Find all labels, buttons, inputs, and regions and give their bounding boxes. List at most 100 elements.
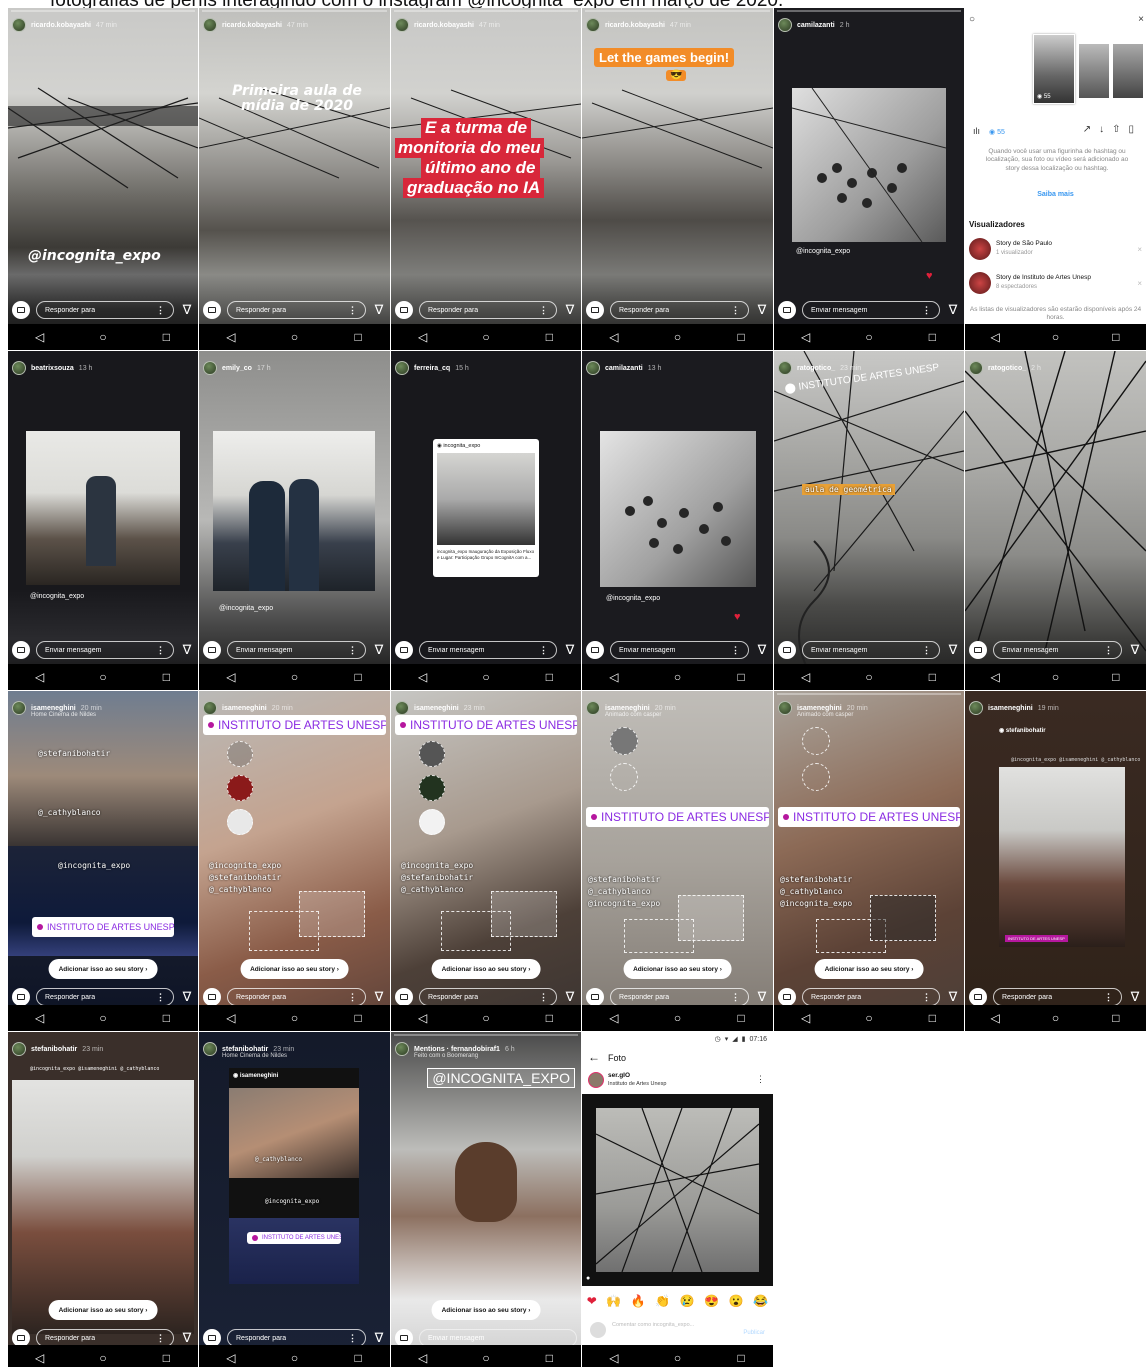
home-icon[interactable]: ○ [93, 1351, 113, 1365]
mention-tag[interactable]: @stefanibohatir [780, 875, 852, 884]
recent-apps-icon[interactable]: □ [156, 330, 176, 344]
home-icon[interactable]: ○ [667, 330, 687, 344]
viewer-row[interactable]: Story de Instituto de Artes Unesp 8 espec… [969, 270, 1142, 296]
home-icon[interactable]: ○ [859, 330, 879, 344]
recent-apps-icon[interactable]: □ [539, 670, 559, 684]
close-icon[interactable]: × [1138, 14, 1144, 25]
camera-icon[interactable] [778, 988, 796, 1006]
download-icon[interactable]: ↓ [1099, 124, 1112, 135]
avatar[interactable] [588, 1072, 604, 1088]
add-to-story-button[interactable]: Adicionar isso ao seu story › [623, 959, 732, 979]
story-thumbnail[interactable] [1079, 44, 1109, 98]
home-icon[interactable]: ○ [284, 1351, 304, 1365]
camera-icon[interactable] [586, 301, 604, 319]
camera-icon[interactable] [395, 641, 413, 659]
back-icon[interactable]: ◁ [221, 670, 241, 684]
camera-icon[interactable] [395, 988, 413, 1006]
surprised-face-icon[interactable]: 😮 [729, 1294, 744, 1308]
send-icon[interactable]: ∇ [372, 643, 386, 657]
send-icon[interactable]: ∇ [180, 990, 194, 1004]
back-icon[interactable]: ◁ [604, 330, 624, 344]
send-icon[interactable]: ∇ [946, 303, 960, 317]
recent-apps-icon[interactable]: □ [1106, 670, 1126, 684]
location-sticker[interactable]: INSTITUTO DE ARTES UNESP [586, 807, 769, 827]
message-input[interactable]: Enviar mensagem ⋮ [802, 641, 940, 659]
back-icon[interactable]: ◁ [413, 1011, 433, 1025]
location-sticker[interactable]: INSTITUTO DE ARTES UNESP [395, 715, 577, 735]
comment-input[interactable]: Comentar como incognita_expo... [612, 1322, 712, 1329]
promote-icon[interactable]: ↗ [1083, 124, 1099, 135]
recent-apps-icon[interactable]: □ [731, 1011, 751, 1025]
mention-tag[interactable]: @_cathyblanco [255, 1156, 302, 1163]
back-icon[interactable]: ◁ [985, 1011, 1005, 1025]
send-icon[interactable]: ∇ [180, 303, 194, 317]
recent-apps-icon[interactable]: □ [348, 670, 368, 684]
message-input[interactable]: Enviar mensagem ⋮ [802, 301, 940, 319]
send-icon[interactable]: ∇ [563, 643, 577, 657]
mention-tag[interactable]: @_cathyblanco [209, 885, 272, 894]
reply-input[interactable]: Responder para ⋮ [610, 988, 749, 1006]
close-icon[interactable]: × [1137, 245, 1142, 254]
back-icon[interactable]: ◁ [604, 1351, 624, 1365]
share-icon[interactable]: ⇧ [1112, 124, 1128, 135]
add-to-story-button[interactable]: Adicionar isso ao seu story › [431, 959, 541, 979]
camera-icon[interactable] [203, 301, 221, 319]
sad-face-icon[interactable]: 😢 [680, 1294, 695, 1308]
send-icon[interactable]: ∇ [946, 643, 960, 657]
clap-icon[interactable]: 👏 [655, 1294, 670, 1308]
camera-icon[interactable] [203, 641, 221, 659]
message-input[interactable]: Enviar mensagem ⋮ [610, 641, 749, 659]
back-icon[interactable]: ◁ [221, 1011, 241, 1025]
send-icon[interactable]: ∇ [946, 990, 960, 1004]
reshared-story[interactable]: ◉ isameneghini @_cathyblanco @incognita_… [229, 1068, 359, 1284]
location-sticker[interactable]: INSTITUTO DE ARTES UNESP [778, 807, 960, 827]
home-icon[interactable]: ○ [476, 1351, 496, 1365]
send-icon[interactable]: ∇ [372, 1331, 386, 1345]
mention-tag[interactable]: @_cathyblanco [401, 885, 464, 894]
story-thumbnail[interactable]: ◉ 55 [1033, 34, 1075, 104]
mention-sticker[interactable]: @INCOGNITA_EXPO [427, 1068, 575, 1088]
send-icon[interactable]: ∇ [755, 643, 769, 657]
recent-apps-icon[interactable]: □ [348, 1011, 368, 1025]
mention-tag[interactable]: @stefanibohatir [38, 749, 110, 758]
back-icon[interactable]: ◁ [413, 330, 433, 344]
recent-apps-icon[interactable]: □ [731, 1351, 751, 1365]
mention-tag[interactable]: @incognita_expo [58, 861, 130, 870]
camera-icon[interactable] [586, 988, 604, 1006]
learn-more-link[interactable]: Saiba mais [965, 191, 1146, 198]
back-icon[interactable]: ◁ [221, 1351, 241, 1365]
add-to-story-button[interactable]: Adicionar isso ao seu story › [814, 959, 924, 979]
camera-icon[interactable] [12, 301, 30, 319]
recent-apps-icon[interactable]: □ [539, 1351, 559, 1365]
mention-tag[interactable]: @_cathyblanco [38, 808, 101, 817]
message-input[interactable]: Enviar mensagem ⋮ [419, 641, 557, 659]
camera-icon[interactable] [12, 988, 30, 1006]
recent-apps-icon[interactable]: □ [348, 330, 368, 344]
mention-tag[interactable]: @stefanibohatir [401, 873, 473, 882]
home-icon[interactable]: ○ [1045, 1011, 1065, 1025]
reply-input[interactable]: Responder para ⋮ [993, 988, 1122, 1006]
back-icon[interactable]: ◁ [985, 330, 1005, 344]
recent-apps-icon[interactable]: □ [156, 670, 176, 684]
message-input[interactable]: Enviar mensagem ⋮ [227, 641, 366, 659]
send-icon[interactable]: ∇ [1128, 990, 1142, 1004]
send-icon[interactable]: ∇ [372, 990, 386, 1004]
recent-apps-icon[interactable]: □ [539, 330, 559, 344]
mention-tag[interactable]: @stefanibohatir [209, 873, 281, 882]
recent-apps-icon[interactable]: □ [922, 1011, 942, 1025]
home-icon[interactable]: ○ [476, 1011, 496, 1025]
reply-input[interactable]: Responder para ⋮ [610, 301, 749, 319]
recent-apps-icon[interactable]: □ [348, 1351, 368, 1365]
location-sticker[interactable]: INSTITUTO DE ARTES UNESP [247, 1232, 341, 1244]
home-icon[interactable]: ○ [859, 1011, 879, 1025]
recent-apps-icon[interactable]: □ [922, 330, 942, 344]
reply-input[interactable]: Responder para ⋮ [419, 301, 557, 319]
back-arrow-icon[interactable]: ← [588, 1050, 600, 1064]
reply-input[interactable]: Responder para ⋮ [227, 301, 366, 319]
post-location[interactable]: Instituto de Artes Unesp [608, 1081, 666, 1087]
more-options-icon[interactable]: ⋮ [756, 1074, 765, 1085]
location-sticker[interactable]: INSTITUTO DE ARTES UNESP [203, 715, 386, 735]
recent-apps-icon[interactable]: □ [1106, 330, 1126, 344]
camera-icon[interactable] [778, 301, 796, 319]
recent-apps-icon[interactable]: □ [156, 1011, 176, 1025]
